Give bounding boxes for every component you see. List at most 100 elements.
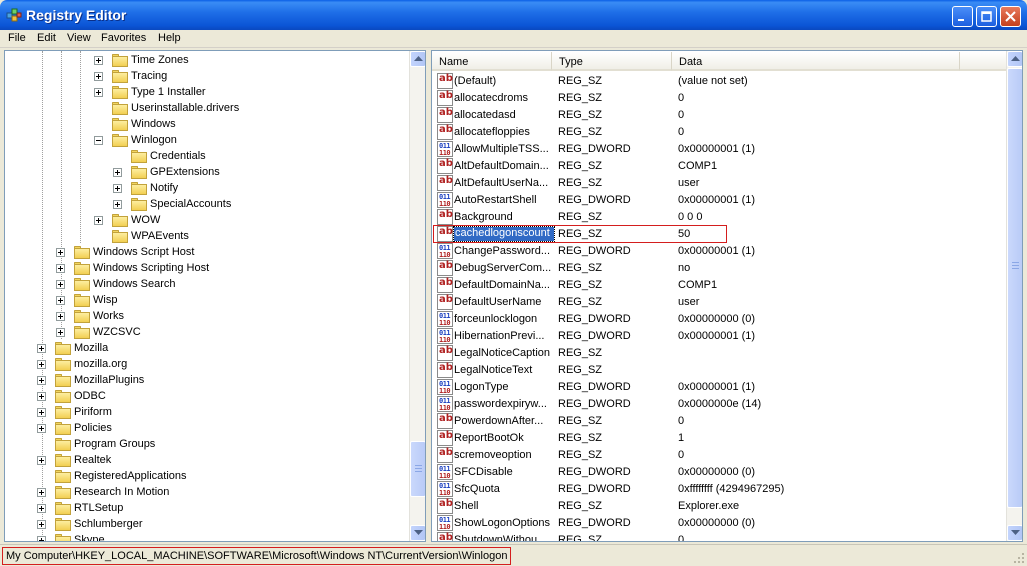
tree-item[interactable]: Windows Script Host — [5, 245, 405, 261]
tree-item[interactable]: GPExtensions — [5, 165, 405, 181]
column-header-type[interactable]: Type — [552, 52, 672, 71]
expand-icon[interactable] — [37, 392, 46, 401]
expand-icon[interactable] — [56, 248, 65, 257]
expand-icon[interactable] — [113, 184, 122, 193]
tree-item[interactable]: Credentials — [5, 149, 405, 165]
values-list[interactable]: Name Type Data (Default) REG_SZ (value not… — [431, 50, 1023, 542]
table-row[interactable]: HibernationPrevi... REG_DWORD 0x00000001 (… — [435, 328, 1005, 345]
expand-icon[interactable] — [56, 264, 65, 273]
expand-icon[interactable] — [113, 168, 122, 177]
close-button[interactable] — [1000, 6, 1021, 27]
table-row[interactable]: ShowLogonOptions REG_DWORD 0x00000000 (0) — [435, 515, 1005, 532]
menu-view[interactable]: View — [67, 32, 91, 44]
tree-scroll-down-button[interactable] — [410, 525, 425, 541]
expand-icon[interactable] — [94, 216, 103, 225]
expand-icon[interactable] — [37, 520, 46, 529]
table-row[interactable]: LegalNoticeText REG_SZ — [435, 362, 1005, 379]
expand-icon[interactable] — [37, 376, 46, 385]
table-row[interactable]: passwordexpiryw... REG_DWORD 0x0000000e (1… — [435, 396, 1005, 413]
table-row[interactable]: SFCDisable REG_DWORD 0x00000000 (0) — [435, 464, 1005, 481]
menu-favorites[interactable]: Favorites — [101, 32, 146, 44]
tree-item[interactable]: Realtek — [5, 453, 405, 469]
resize-grip-icon[interactable] — [1013, 552, 1025, 564]
table-row[interactable]: AllowMultipleTSS... REG_DWORD 0x00000001 (… — [435, 141, 1005, 158]
table-row[interactable]: LogonType REG_DWORD 0x00000001 (1) — [435, 379, 1005, 396]
expand-icon[interactable] — [94, 56, 103, 65]
column-header-name[interactable]: Name — [432, 52, 552, 71]
expand-icon[interactable] — [56, 280, 65, 289]
table-row[interactable]: ChangePassword... REG_DWORD 0x00000001 (1) — [435, 243, 1005, 260]
tree-item[interactable]: Research In Motion — [5, 485, 405, 501]
table-row[interactable]: allocatecdroms REG_SZ 0 — [435, 90, 1005, 107]
expand-icon[interactable] — [113, 200, 122, 209]
registry-tree[interactable]: Time Zones Tracing Type 1 Installer Userins… — [4, 50, 426, 542]
tree-item[interactable]: Piriform — [5, 405, 405, 421]
tree-vertical-scrollbar[interactable] — [409, 51, 425, 541]
expand-icon[interactable] — [37, 424, 46, 433]
list-scroll-thumb[interactable] — [1007, 68, 1022, 508]
collapse-icon[interactable] — [94, 136, 103, 145]
list-vertical-scrollbar[interactable] — [1006, 51, 1022, 541]
table-row[interactable]: scremoveoption REG_SZ 0 — [435, 447, 1005, 464]
tree-item[interactable]: Winlogon — [5, 133, 405, 149]
table-row[interactable]: forceunlocklogon REG_DWORD 0x00000000 (0) — [435, 311, 1005, 328]
expand-icon[interactable] — [37, 456, 46, 465]
tree-item[interactable]: Skype — [5, 533, 405, 541]
table-row[interactable]: allocatefloppies REG_SZ 0 — [435, 124, 1005, 141]
expand-icon[interactable] — [37, 408, 46, 417]
expand-icon[interactable] — [37, 360, 46, 369]
table-row[interactable]: AutoRestartShell REG_DWORD 0x00000001 (1) — [435, 192, 1005, 209]
expand-icon[interactable] — [94, 88, 103, 97]
tree-scroll-up-button[interactable] — [410, 51, 425, 67]
expand-icon[interactable] — [56, 328, 65, 337]
tree-item[interactable]: Windows — [5, 117, 405, 133]
tree-item[interactable]: Mozilla — [5, 341, 405, 357]
menu-file[interactable]: File — [8, 32, 26, 44]
maximize-button[interactable] — [976, 6, 997, 27]
tree-item[interactable]: Schlumberger — [5, 517, 405, 533]
tree-item[interactable]: Type 1 Installer — [5, 85, 405, 101]
column-header-data[interactable]: Data — [672, 52, 960, 71]
table-row[interactable]: (Default) REG_SZ (value not set) — [435, 73, 1005, 90]
tree-item[interactable]: Wisp — [5, 293, 405, 309]
table-row[interactable]: Shell REG_SZ Explorer.exe — [435, 498, 1005, 515]
expand-icon[interactable] — [37, 536, 46, 541]
menu-help[interactable]: Help — [158, 32, 181, 44]
tree-item[interactable]: WZCSVC — [5, 325, 405, 341]
tree-item[interactable]: Program Groups — [5, 437, 405, 453]
tree-item[interactable]: Userinstallable.drivers — [5, 101, 405, 117]
tree-scroll-thumb[interactable] — [410, 441, 425, 497]
tree-item[interactable]: RTLSetup — [5, 501, 405, 517]
list-scroll-up-button[interactable] — [1007, 51, 1022, 67]
minimize-button[interactable] — [952, 6, 973, 27]
tree-item[interactable]: Time Zones — [5, 53, 405, 69]
tree-item[interactable]: SpecialAccounts — [5, 197, 405, 213]
tree-item[interactable]: mozilla.org — [5, 357, 405, 373]
table-row[interactable]: DefaultUserName REG_SZ user — [435, 294, 1005, 311]
table-row[interactable]: ShutdownWithou... REG_SZ 0 — [435, 532, 1005, 541]
title-bar[interactable]: Registry Editor — [0, 0, 1027, 30]
expand-icon[interactable] — [56, 312, 65, 321]
table-row[interactable]: DebugServerCom... REG_SZ no — [435, 260, 1005, 277]
table-row[interactable]: SfcQuota REG_DWORD 0xffffffff (4294967295) — [435, 481, 1005, 498]
expand-icon[interactable] — [37, 344, 46, 353]
tree-item[interactable]: Windows Search — [5, 277, 405, 293]
table-row[interactable]: Background REG_SZ 0 0 0 — [435, 209, 1005, 226]
tree-item[interactable]: Tracing — [5, 69, 405, 85]
expand-icon[interactable] — [56, 296, 65, 305]
tree-item[interactable]: MozillaPlugins — [5, 373, 405, 389]
table-row[interactable]: LegalNoticeCaption REG_SZ — [435, 345, 1005, 362]
expand-icon[interactable] — [94, 72, 103, 81]
expand-icon[interactable] — [37, 504, 46, 513]
menu-edit[interactable]: Edit — [37, 32, 56, 44]
expand-icon[interactable] — [37, 488, 46, 497]
tree-item[interactable]: Policies — [5, 421, 405, 437]
tree-item[interactable]: RegisteredApplications — [5, 469, 405, 485]
table-row[interactable]: AltDefaultDomain... REG_SZ COMP1 — [435, 158, 1005, 175]
tree-item[interactable]: WOW — [5, 213, 405, 229]
table-row[interactable]: AltDefaultUserNa... REG_SZ user — [435, 175, 1005, 192]
tree-item[interactable]: Works — [5, 309, 405, 325]
table-row[interactable]: PowerdownAfter... REG_SZ 0 — [435, 413, 1005, 430]
table-row[interactable]: ReportBootOk REG_SZ 1 — [435, 430, 1005, 447]
tree-item[interactable]: Notify — [5, 181, 405, 197]
